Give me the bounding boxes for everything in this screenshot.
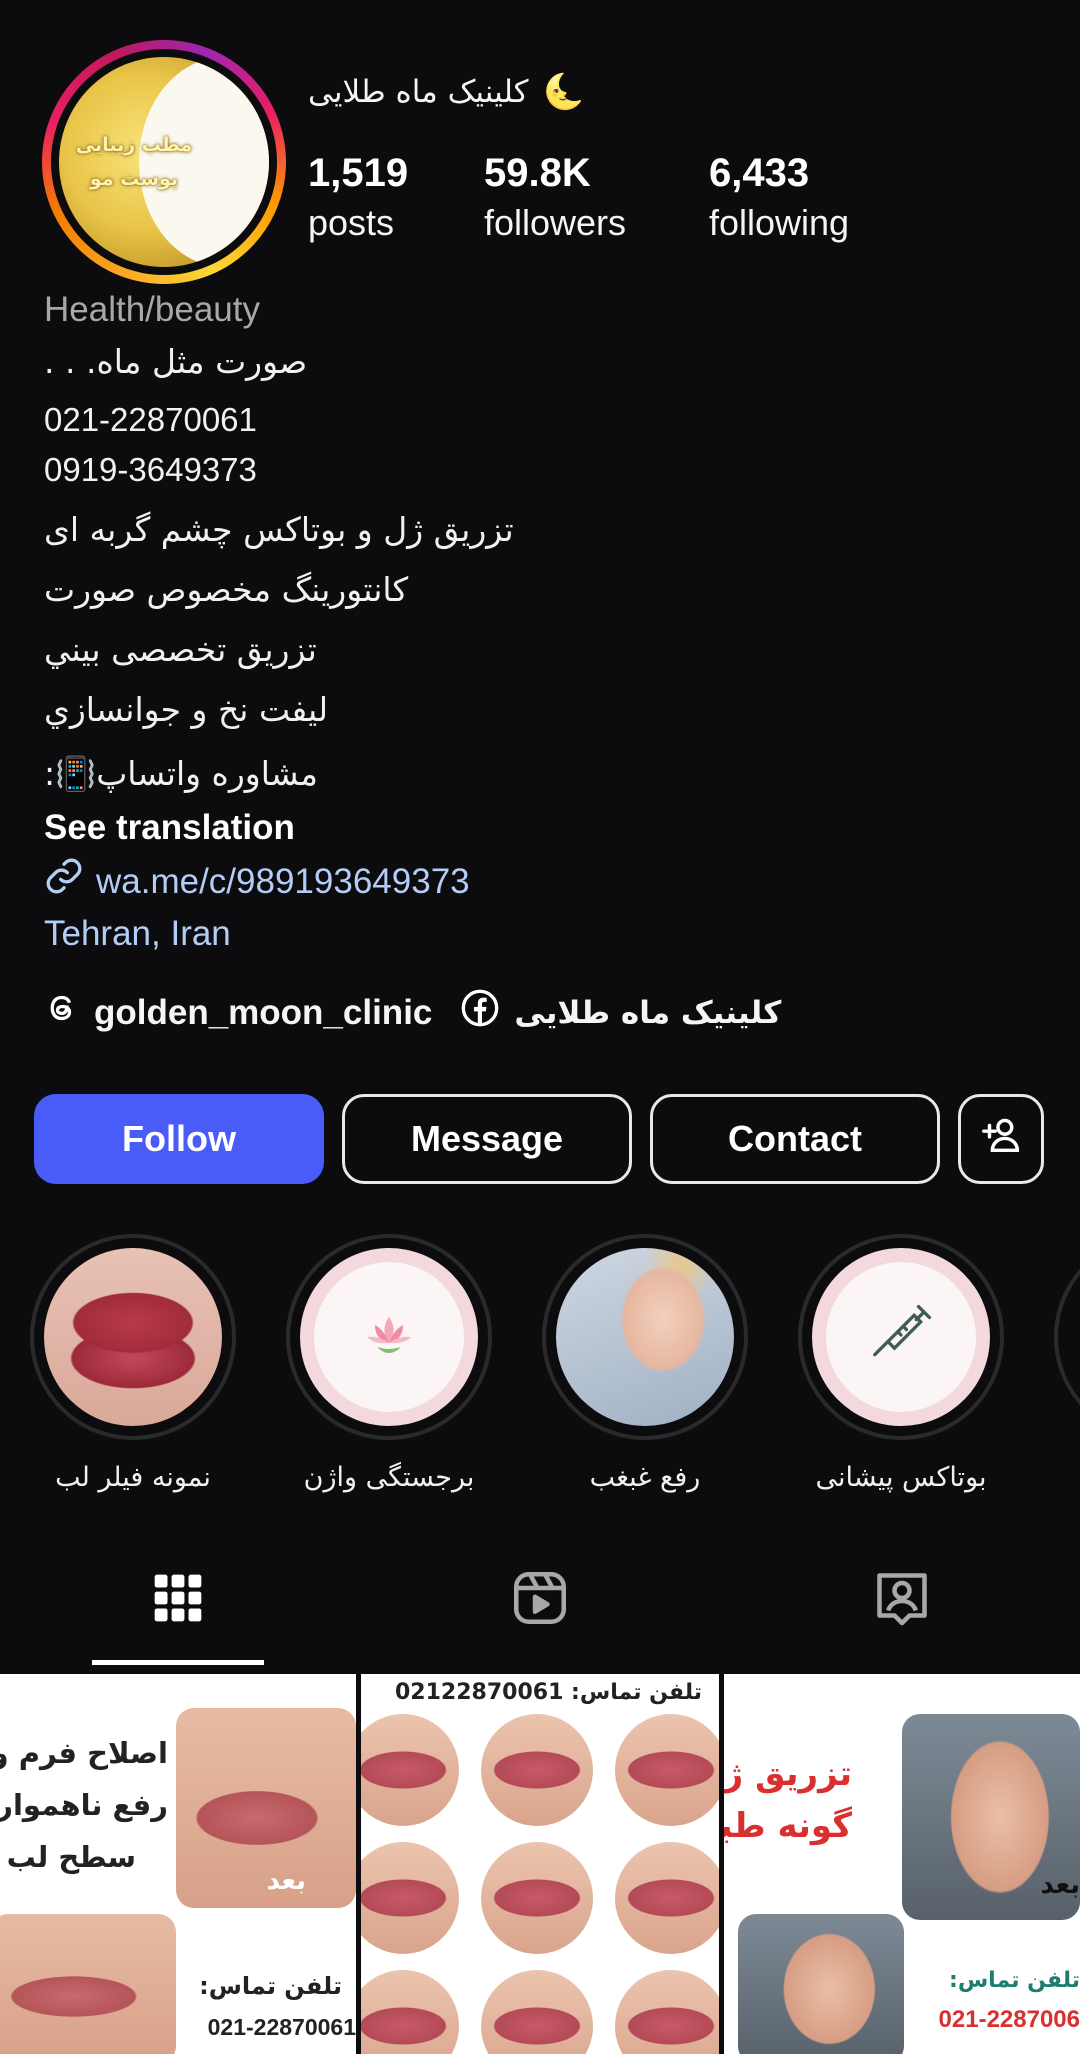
reels-icon: [510, 1568, 570, 1632]
link-icon: [44, 856, 84, 907]
highlight-label: نمونه فیلر لب: [55, 1462, 211, 1493]
location-link[interactable]: Tehran, Iran: [44, 912, 231, 956]
phone-number: 021-2287006: [938, 2006, 1080, 2033]
threads-icon: [44, 990, 80, 1035]
lotus-icon: [357, 1303, 421, 1371]
syringe-icon: [866, 1300, 936, 1374]
posts-label: posts: [308, 202, 395, 243]
highlight-label: برجستگی واژن: [303, 1462, 475, 1493]
lip-photo: [615, 1714, 719, 1826]
post-photo-before: [0, 1914, 176, 2054]
following-count: 6,433: [709, 151, 810, 195]
avatar-gap: مطب زیبایی پوست مو: [51, 49, 277, 275]
lip-photo: [615, 1842, 719, 1954]
stat-posts[interactable]: 1,519 posts: [308, 150, 408, 250]
after-label: بعد: [266, 1866, 306, 1896]
stat-following[interactable]: 6,433 following: [709, 150, 849, 250]
facebook-icon: [460, 988, 500, 1037]
highlight-cover-face: [556, 1248, 734, 1426]
lip-photo: [481, 1714, 593, 1826]
lip-photo: [361, 1714, 459, 1826]
bio-line-4: تزریق ژل و بوتاکس چشم گربه ای: [44, 510, 514, 549]
bio-line-8: مشاوره واتساپ📳:: [44, 754, 318, 793]
highlight-ring: [30, 1234, 236, 1440]
profile-display-name: 🌜 کلینیک ماه طلایی: [308, 72, 585, 112]
highlight-item-vaginal[interactable]: برجستگی واژن: [286, 1234, 492, 1493]
after-label: بعد: [1040, 1870, 1080, 1900]
following-label: following: [709, 202, 850, 243]
post-caption-line: سطح لب: [6, 1840, 136, 1874]
crescent-moon-icon: 🌜: [542, 72, 585, 112]
bio-line-7: ليفت نخ و جوانسازي: [44, 690, 329, 729]
profile-avatar[interactable]: مطب زیبایی پوست مو: [59, 57, 269, 267]
social-links-row: golden_moon_clinic کلینیک ماه طلایی: [44, 988, 781, 1037]
tab-tagged[interactable]: [870, 1568, 934, 1632]
bio-line-6: تزريق تخصصى بيني: [44, 630, 317, 669]
bio-line-1: صورت مثل ماه. . .: [44, 342, 308, 381]
phone-label: تلفن تماس:: [199, 1972, 342, 2000]
bio-line-2: 021-22870061: [44, 401, 257, 438]
avatar-logo-text: مطب زیبایی پوست مو: [75, 134, 193, 190]
post-caption-line: تزریق ژل: [724, 1754, 852, 1794]
threads-handle-link[interactable]: golden_moon_clinic: [94, 993, 432, 1033]
grid-post-3[interactable]: تزریق ژل گونه طبیعی بعد تلفن تماس: 021-2…: [724, 1674, 1080, 2054]
bio-external-link[interactable]: wa.me/c/989193649373: [44, 856, 470, 907]
facebook-page-link[interactable]: کلینیک ماه طلایی: [514, 995, 781, 1031]
highlight-item-partial[interactable]: [1054, 1234, 1080, 1440]
contact-button[interactable]: Contact: [650, 1094, 940, 1184]
follow-button[interactable]: Follow: [34, 1094, 324, 1184]
see-translation-link[interactable]: See translation: [44, 806, 295, 850]
phone-number: 021-22870061: [207, 2014, 356, 2040]
profile-avatar-story-ring[interactable]: مطب زیبایی پوست مو: [42, 40, 286, 284]
followers-count: 59.8K: [484, 151, 591, 195]
add-user-icon: [978, 1112, 1024, 1167]
highlight-item-double-chin[interactable]: رفع غبغب: [542, 1234, 748, 1493]
phone-label: تلفن تماس:: [949, 1968, 1080, 1993]
tab-posts-grid[interactable]: [146, 1568, 210, 1632]
link-text: wa.me/c/989193649373: [96, 861, 470, 901]
active-tab-indicator: [92, 1660, 264, 1665]
grid-icon: [150, 1570, 206, 1630]
highlight-label: رفع غبغب: [589, 1462, 701, 1493]
grid-post-1[interactable]: اصلاح فرم و رفع ناهمواری سطح لب بعد تلفن…: [0, 1674, 356, 2054]
lip-photo: [615, 1970, 719, 2054]
highlight-ring: [542, 1234, 748, 1440]
message-button[interactable]: Message: [342, 1094, 632, 1184]
display-name-text: کلینیک ماه طلایی: [308, 74, 529, 110]
stat-followers[interactable]: 59.8K followers: [484, 150, 626, 250]
highlight-item-lip-filler[interactable]: نمونه فیلر لب: [30, 1234, 236, 1493]
highlight-cover-lotus: [300, 1248, 478, 1426]
highlight-cover-syringe: [812, 1248, 990, 1426]
post-caption-line: اصلاح فرم و: [0, 1736, 168, 1770]
lip-photo: [361, 1970, 459, 2054]
highlight-ring: [286, 1234, 492, 1440]
lip-photo: [481, 1970, 593, 2054]
highlight-cover-lips: [44, 1248, 222, 1426]
highlight-item-forehead-botox[interactable]: بوتاکس پیشانی: [798, 1234, 1004, 1493]
bio-line-3: 0919-3649373: [44, 451, 257, 488]
bio-line-5: کانتورینگ مخصوص صورت: [44, 570, 409, 609]
followers-label: followers: [484, 202, 627, 243]
lip-photo: [481, 1842, 593, 1954]
suggested-users-button[interactable]: [958, 1094, 1044, 1184]
lip-photo: [361, 1842, 459, 1954]
posts-count: 1,519: [308, 151, 409, 195]
tab-reels[interactable]: [508, 1568, 572, 1632]
profile-category: Health/beauty: [44, 290, 260, 329]
highlight-label: بوتاکس پیشانی: [815, 1462, 987, 1493]
post-photo-before: [738, 1914, 904, 2054]
tagged-icon: [872, 1568, 932, 1632]
post-phone-header: تلفن تماس: 02122870061: [395, 1680, 703, 1705]
post-caption-line: رفع ناهمواری: [0, 1788, 168, 1822]
highlight-ring: [798, 1234, 1004, 1440]
grid-post-2[interactable]: تلفن تماس: 02122870061: [361, 1674, 719, 2054]
post-caption-line: گونه طبیعی: [724, 1806, 852, 1846]
